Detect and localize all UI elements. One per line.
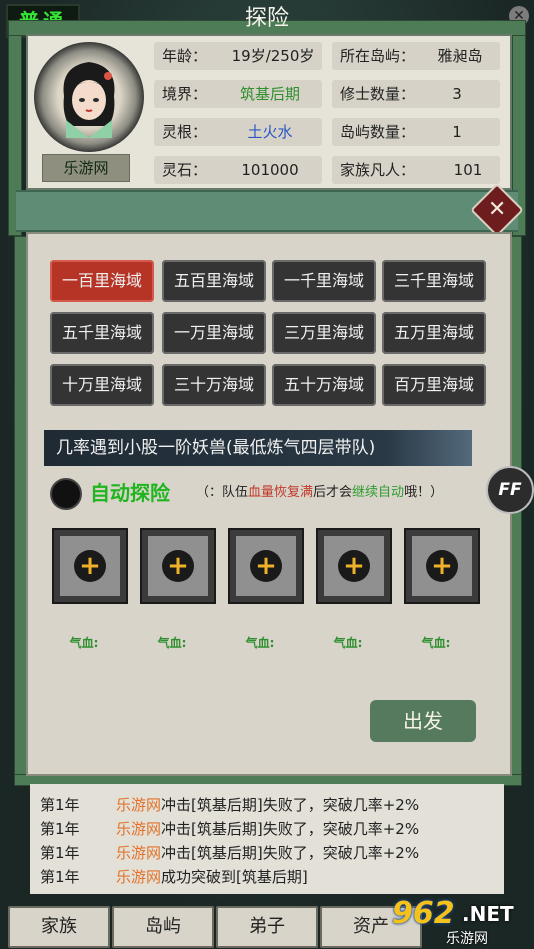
watermark-number: 962 [392,896,455,931]
log-row: 第1年 乐游网成功突破到[筑基后期] [40,866,308,888]
log-actor: 乐游网 [116,868,162,886]
log-year: 第1年 [40,820,80,838]
region-button[interactable]: 五十万海域 [272,364,376,406]
region-button[interactable]: 一千里海域 [272,260,376,302]
note-text: 哦！） [404,485,444,500]
log-year: 第1年 [40,844,80,862]
stat-label: 所在岛屿： [340,47,416,65]
character-name: 乐游网 [42,154,130,182]
note-text: （：队伍 [196,485,249,500]
close-icon: ✕ [487,197,507,222]
add-member-icon[interactable]: + [162,550,194,582]
stat-label: 灵根： [162,123,208,141]
log-year: 第1年 [40,868,80,886]
region-button[interactable]: 三万里海域 [272,312,376,354]
region-button[interactable]: 五万里海域 [382,312,486,354]
stat-label: 岛屿数量： [340,123,416,141]
hp-label: 气血: [245,636,275,650]
character-portrait-icon [63,62,115,138]
hp-label: 气血: [157,636,187,650]
slot-frame: + [148,536,208,596]
log-row: 第1年 乐游网冲击[筑基后期]失败了，突破几率+2% [40,842,419,864]
region-button[interactable]: 百万里海域 [382,364,486,406]
hp-label: 气血: [421,636,451,650]
region-button[interactable]: 三千里海域 [382,260,486,302]
title-bar [16,190,518,232]
stat-islands: 岛屿数量： 1 [332,118,500,146]
stat-value: 3 [452,85,462,103]
team-slot[interactable]: + [52,528,128,604]
depart-button[interactable]: 出发 [370,700,476,742]
region-button[interactable]: 五千里海域 [50,312,154,354]
stat-value: 1 [452,123,462,141]
add-member-icon[interactable]: + [426,550,458,582]
nav-button[interactable]: 岛屿 [112,906,214,948]
region-button[interactable]: 一百里海域 [50,260,154,302]
stat-realm: 境界： 筑基后期 [154,80,322,108]
stat-value: 101 [453,161,483,179]
stat-value: 土火水 [247,123,293,141]
nav-button[interactable]: 家族 [8,906,110,948]
stat-root: 灵根： 土火水 [154,118,322,146]
stat-mortals: 家族凡人： 101 [332,156,500,184]
slot-frame: + [412,536,472,596]
log-actor: 乐游网 [116,844,162,862]
stat-label: 灵石： [162,161,208,179]
log-row: 第1年 乐游网冲击[筑基后期]失败了，突破几率+2% [40,818,419,840]
add-member-icon[interactable]: + [250,550,282,582]
region-button[interactable]: 五百里海域 [162,260,266,302]
slot-frame: + [236,536,296,596]
add-member-icon[interactable]: + [338,550,370,582]
log-actor: 乐游网 [116,796,162,814]
stat-label: 年龄： [162,47,208,65]
fast-forward-button[interactable]: FF [486,466,534,514]
stat-value: 筑基后期 [239,85,300,103]
log-row: 第1年 乐游网冲击[筑基后期]失败了，突破几率+2% [40,794,419,816]
log-text: 成功突破到[筑基后期] [161,868,308,886]
note-highlight-red: 血量恢复满 [248,485,314,500]
region-button[interactable]: 一万里海域 [162,312,266,354]
watermark-logo: 962 .NET 乐游网 [392,896,530,947]
note-text: 后才会 [313,485,353,500]
stat-cultivators: 修士数量： 3 [332,80,500,108]
stat-label: 境界： [162,85,208,103]
auto-explore-label[interactable]: 自动探险 [90,478,170,508]
slot-frame: + [60,536,120,596]
avatar[interactable] [34,42,144,152]
stat-island: 所在岛屿： 雅昶岛 [332,42,500,70]
region-button[interactable]: 十万里海域 [50,364,154,406]
stat-label: 修士数量： [340,85,416,103]
log-year: 第1年 [40,796,80,814]
hp-label: 气血: [69,636,99,650]
auto-explore-toggle[interactable] [50,478,82,510]
log-text: 冲击[筑基后期]失败了，突破几率+2% [161,844,420,862]
stat-value: 雅昶岛 [437,47,483,65]
stat-label: 家族凡人： [340,161,416,179]
team-slot[interactable]: + [316,528,392,604]
log-text: 冲击[筑基后期]失败了，突破几率+2% [161,820,420,838]
team-slot[interactable]: + [228,528,304,604]
team-slot[interactable]: + [404,528,480,604]
log-actor: 乐游网 [116,820,162,838]
note-highlight-green: 继续自动 [352,485,405,500]
region-info: 几率遇到小股一阶妖兽(最低炼气四层带队) [44,430,472,466]
stat-spirit-stones: 灵石： 101000 [154,156,322,184]
hp-label: 气血: [333,636,363,650]
watermark-net: .NET [462,902,514,926]
add-member-icon[interactable]: + [74,550,106,582]
page-title: 探险 [244,6,289,31]
stat-age: 年龄： 19岁/250岁 [154,42,322,70]
stat-value: 19岁/250岁 [231,47,315,65]
stat-value: 101000 [241,161,299,179]
region-button[interactable]: 三十万海域 [162,364,266,406]
slot-frame: + [324,536,384,596]
nav-button[interactable]: 弟子 [216,906,318,948]
team-slot[interactable]: + [140,528,216,604]
watermark-sub: 乐游网 [446,931,488,947]
log-text: 冲击[筑基后期]失败了，突破几率+2% [161,796,420,814]
auto-explore-note: （：队伍血量恢复满后才会继续自动哦！） [196,482,443,504]
